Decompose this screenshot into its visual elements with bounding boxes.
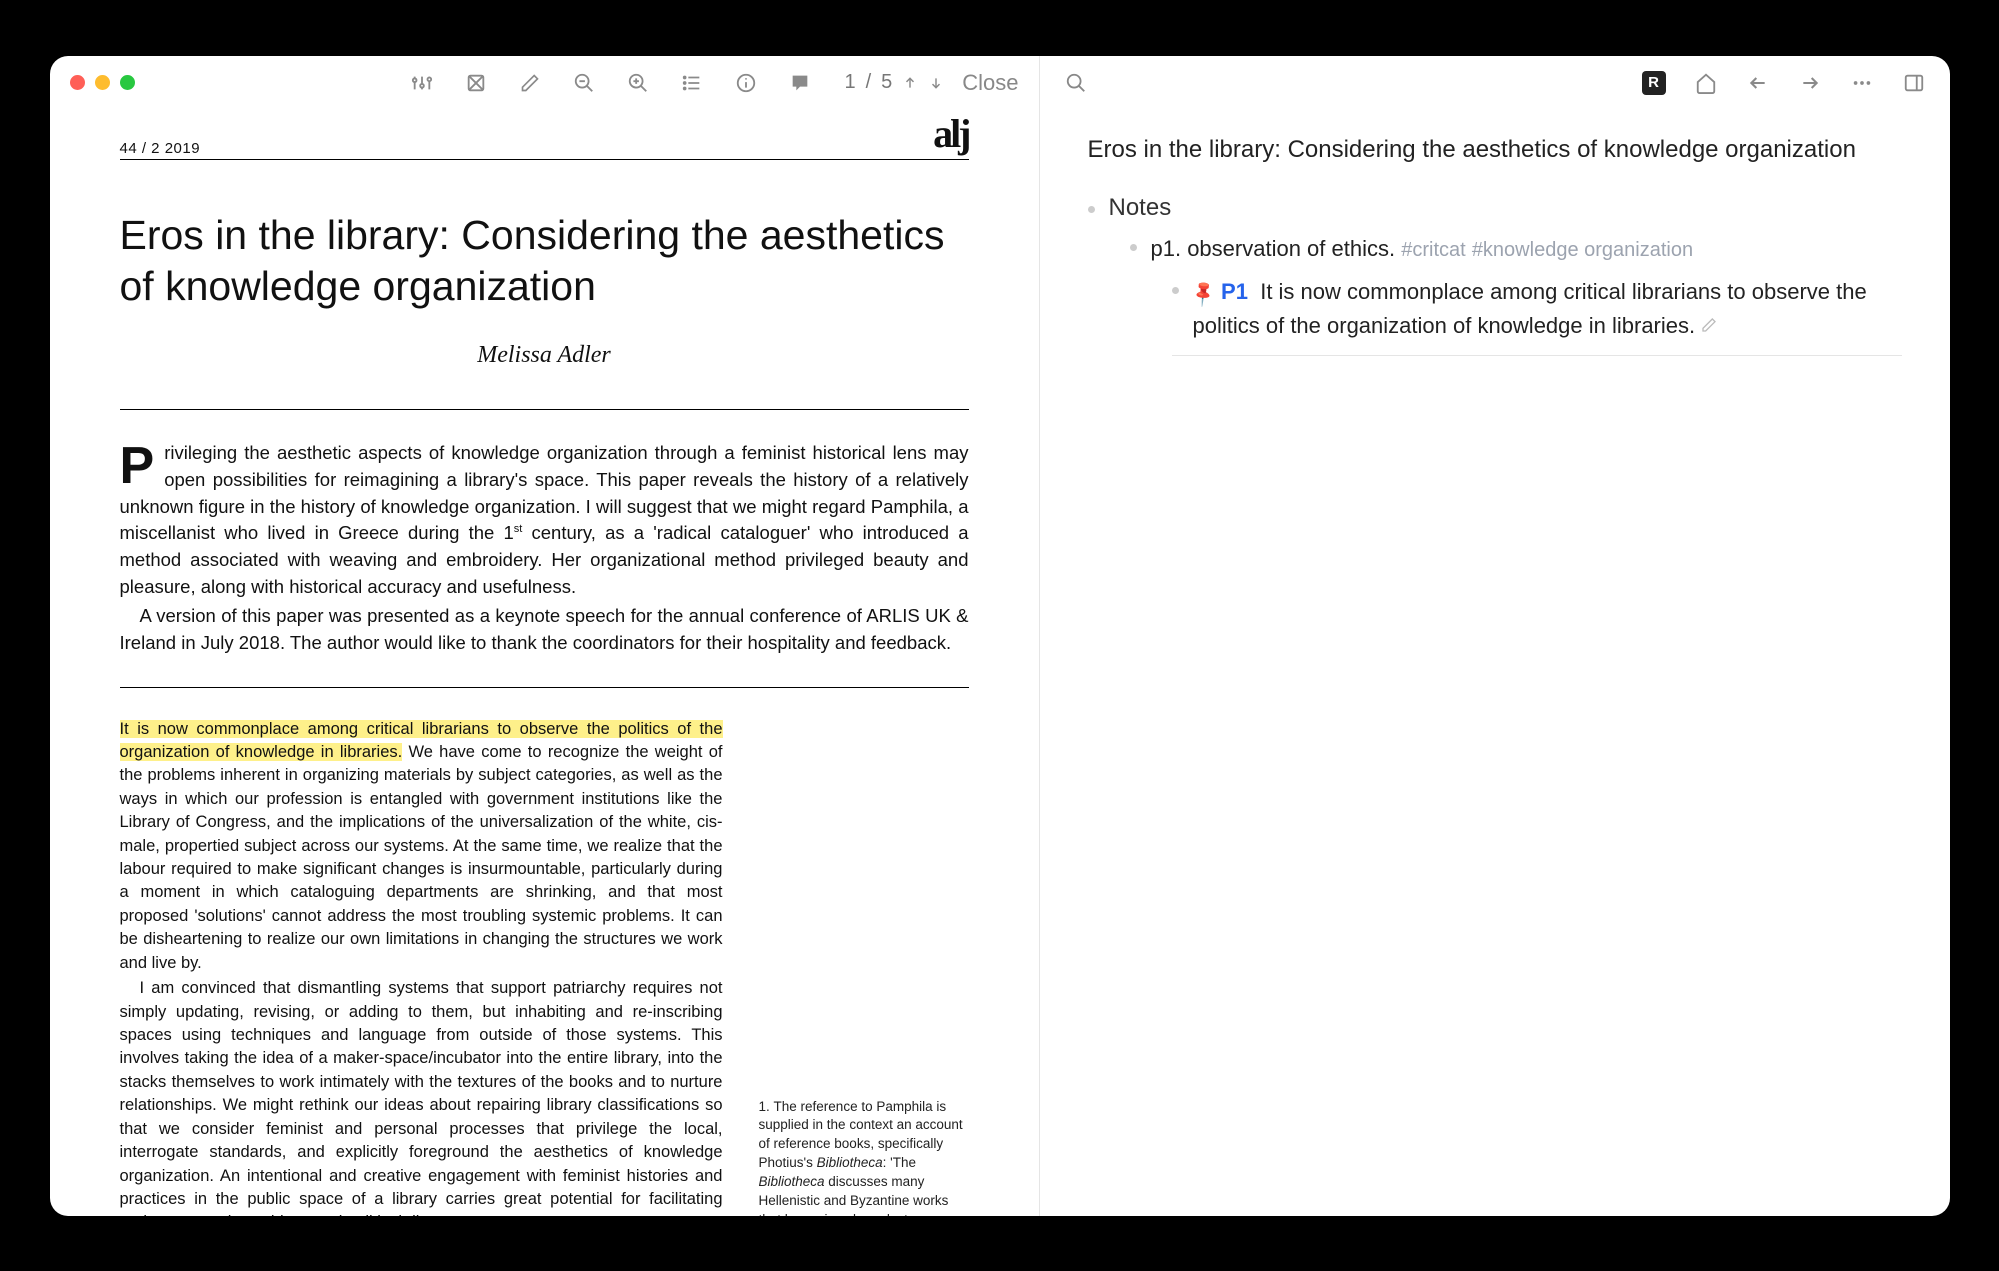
search-icon[interactable] [1064,71,1088,95]
bullet-icon [1088,206,1095,213]
notes-toolbar: R [1040,56,1950,110]
close-window-button[interactable] [70,75,85,90]
window-controls [70,75,135,90]
page-down-icon[interactable] [928,71,944,95]
page-total: 5 [881,71,892,94]
pencil-icon[interactable] [518,71,542,95]
close-pdf-button[interactable]: Close [962,70,1018,96]
divider [120,409,969,410]
sliders-icon[interactable] [410,71,434,95]
journal-logo: alj [933,110,968,157]
highlight-icon[interactable] [464,71,488,95]
abstract-p1: Privileging the aesthetic aspects of kno… [120,440,969,601]
bullet-icon [1172,287,1179,294]
article-body: It is now commonplace among critical lib… [120,718,969,1216]
home-icon[interactable] [1694,71,1718,95]
info-icon[interactable] [734,71,758,95]
notes-doc-title[interactable]: Eros in the library: Considering the aes… [1088,136,1902,164]
pdf-viewport[interactable]: 44 / 2 2019 alj Eros in the library: Con… [50,110,1039,1216]
issue-label: 44 / 2 2019 [120,140,201,157]
app-window: 1 / 5 Close 44 / 2 2019 alj Eros in the … [50,56,1950,1216]
note-item-text: p1. observation of ethics. #critcat #kno… [1151,232,1694,265]
running-head: 44 / 2 2019 alj [120,110,969,160]
abstract: Privileging the aesthetic aspects of kno… [120,440,969,657]
maximize-window-button[interactable] [120,75,135,90]
bullet-icon [1130,244,1137,251]
page-indicator: 1 / 5 Close [844,70,1018,96]
page-up-icon[interactable] [902,71,918,95]
quote-text: It is now commonplace among critical lib… [1193,279,1867,338]
article-title: Eros in the library: Considering the aes… [120,210,969,313]
abstract-p2: A version of this paper was presented as… [120,603,969,657]
minimize-window-button[interactable] [95,75,110,90]
notes-section-row[interactable]: Notes [1088,194,1902,222]
body-p1: It is now commonplace among critical lib… [120,718,723,976]
pin-icon: 📌 [1186,276,1221,312]
footnote-column: 1. The reference to Pamphila is supplied… [759,718,969,1216]
right-toolbar-icons: R [1642,71,1926,95]
note-label: p1. observation of ethics. [1151,236,1396,261]
sidebar-toggle-icon[interactable] [1902,71,1926,95]
pdf-page: 44 / 2 2019 alj Eros in the library: Con… [120,110,969,1216]
page-ref-link[interactable]: P1 [1221,279,1248,304]
dropcap: P [120,440,165,488]
tag-knowledge-organization[interactable]: #knowledge organization [1472,239,1693,261]
footnote-1: 1. The reference to Pamphila is supplied… [759,1098,969,1216]
tag-critcat[interactable]: #critcat [1401,239,1465,261]
pdf-toolbar: 1 / 5 Close [50,56,1039,110]
note-quote-text: 📌 P1 It is now commonplace among critica… [1193,275,1902,343]
comment-icon[interactable] [788,71,812,95]
page-sep: / [866,71,872,94]
nav-forward-icon[interactable] [1798,71,1822,95]
nav-back-icon[interactable] [1746,71,1770,95]
pdf-pane: 1 / 5 Close 44 / 2 2019 alj Eros in the … [50,56,1040,1216]
zoom-in-icon[interactable] [626,71,650,95]
zoom-out-icon[interactable] [572,71,596,95]
notes-pane: R Eros in the library: Consideri [1040,56,1950,1216]
more-icon[interactable] [1850,71,1874,95]
app-badge[interactable]: R [1642,71,1666,95]
edit-icon[interactable] [1701,317,1717,337]
article-author: Melissa Adler [120,342,969,369]
note-quote-block[interactable]: 📌 P1 It is now commonplace among critica… [1172,275,1902,356]
outline-icon[interactable] [680,71,704,95]
body-column: It is now commonplace among critical lib… [120,718,723,1216]
body-p2: I am convinced that dismantling systems … [120,977,723,1215]
page-current: 1 [844,71,855,94]
divider [120,687,969,688]
note-item-p1[interactable]: p1. observation of ethics. #critcat #kno… [1130,232,1902,265]
pdf-tool-icons [410,71,812,95]
notes-content: Eros in the library: Considering the aes… [1040,110,1950,382]
notes-section-label: Notes [1109,194,1172,222]
